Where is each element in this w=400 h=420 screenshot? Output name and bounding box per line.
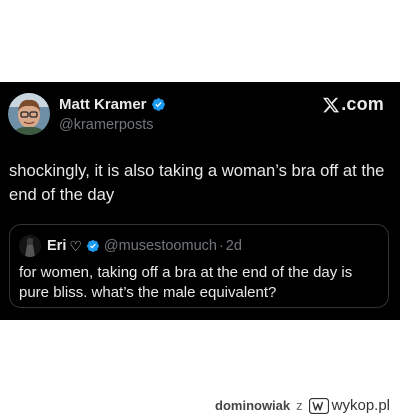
author-handle[interactable]: @kramerposts xyxy=(59,117,154,133)
x-com-logo: .com xyxy=(322,94,384,115)
source-watermark: dominowiak z wykop.pl xyxy=(215,397,390,414)
wykop-logo-icon xyxy=(308,397,329,414)
author-name-row: Matt Kramer xyxy=(59,96,166,113)
author-name[interactable]: Matt Kramer xyxy=(59,96,147,113)
x-logo-icon xyxy=(323,97,340,112)
verified-badge-icon xyxy=(151,98,165,111)
tweet-card: Matt Kramer @kramerposts .com shockingly… xyxy=(0,82,400,320)
separator-dot: · xyxy=(218,238,224,254)
quoted-author-name[interactable]: Eri xyxy=(47,238,66,254)
wykop-site-name[interactable]: wykop.pl xyxy=(332,397,390,414)
quoted-tweet-header: Eri ♡ @musestoomuch · 2d xyxy=(19,235,242,257)
author-avatar[interactable] xyxy=(8,93,50,135)
watermark-connector: z xyxy=(296,398,303,413)
heart-emoji: ♡ xyxy=(69,237,82,254)
site-label: .com xyxy=(341,94,384,114)
quoted-tweet[interactable]: Eri ♡ @musestoomuch · 2d for women, taki… xyxy=(9,224,389,308)
quoted-author-handle[interactable]: @musestoomuch xyxy=(104,238,217,254)
uploader-username[interactable]: dominowiak xyxy=(215,398,290,413)
verified-badge-icon xyxy=(86,240,99,252)
tweet-text: shockingly, it is also taking a woman’s … xyxy=(9,161,385,204)
quoted-tweet-text: for women, taking off a bra at the end o… xyxy=(19,264,353,301)
quoted-author-avatar[interactable] xyxy=(19,235,41,257)
quoted-tweet-time[interactable]: 2d xyxy=(226,238,242,254)
